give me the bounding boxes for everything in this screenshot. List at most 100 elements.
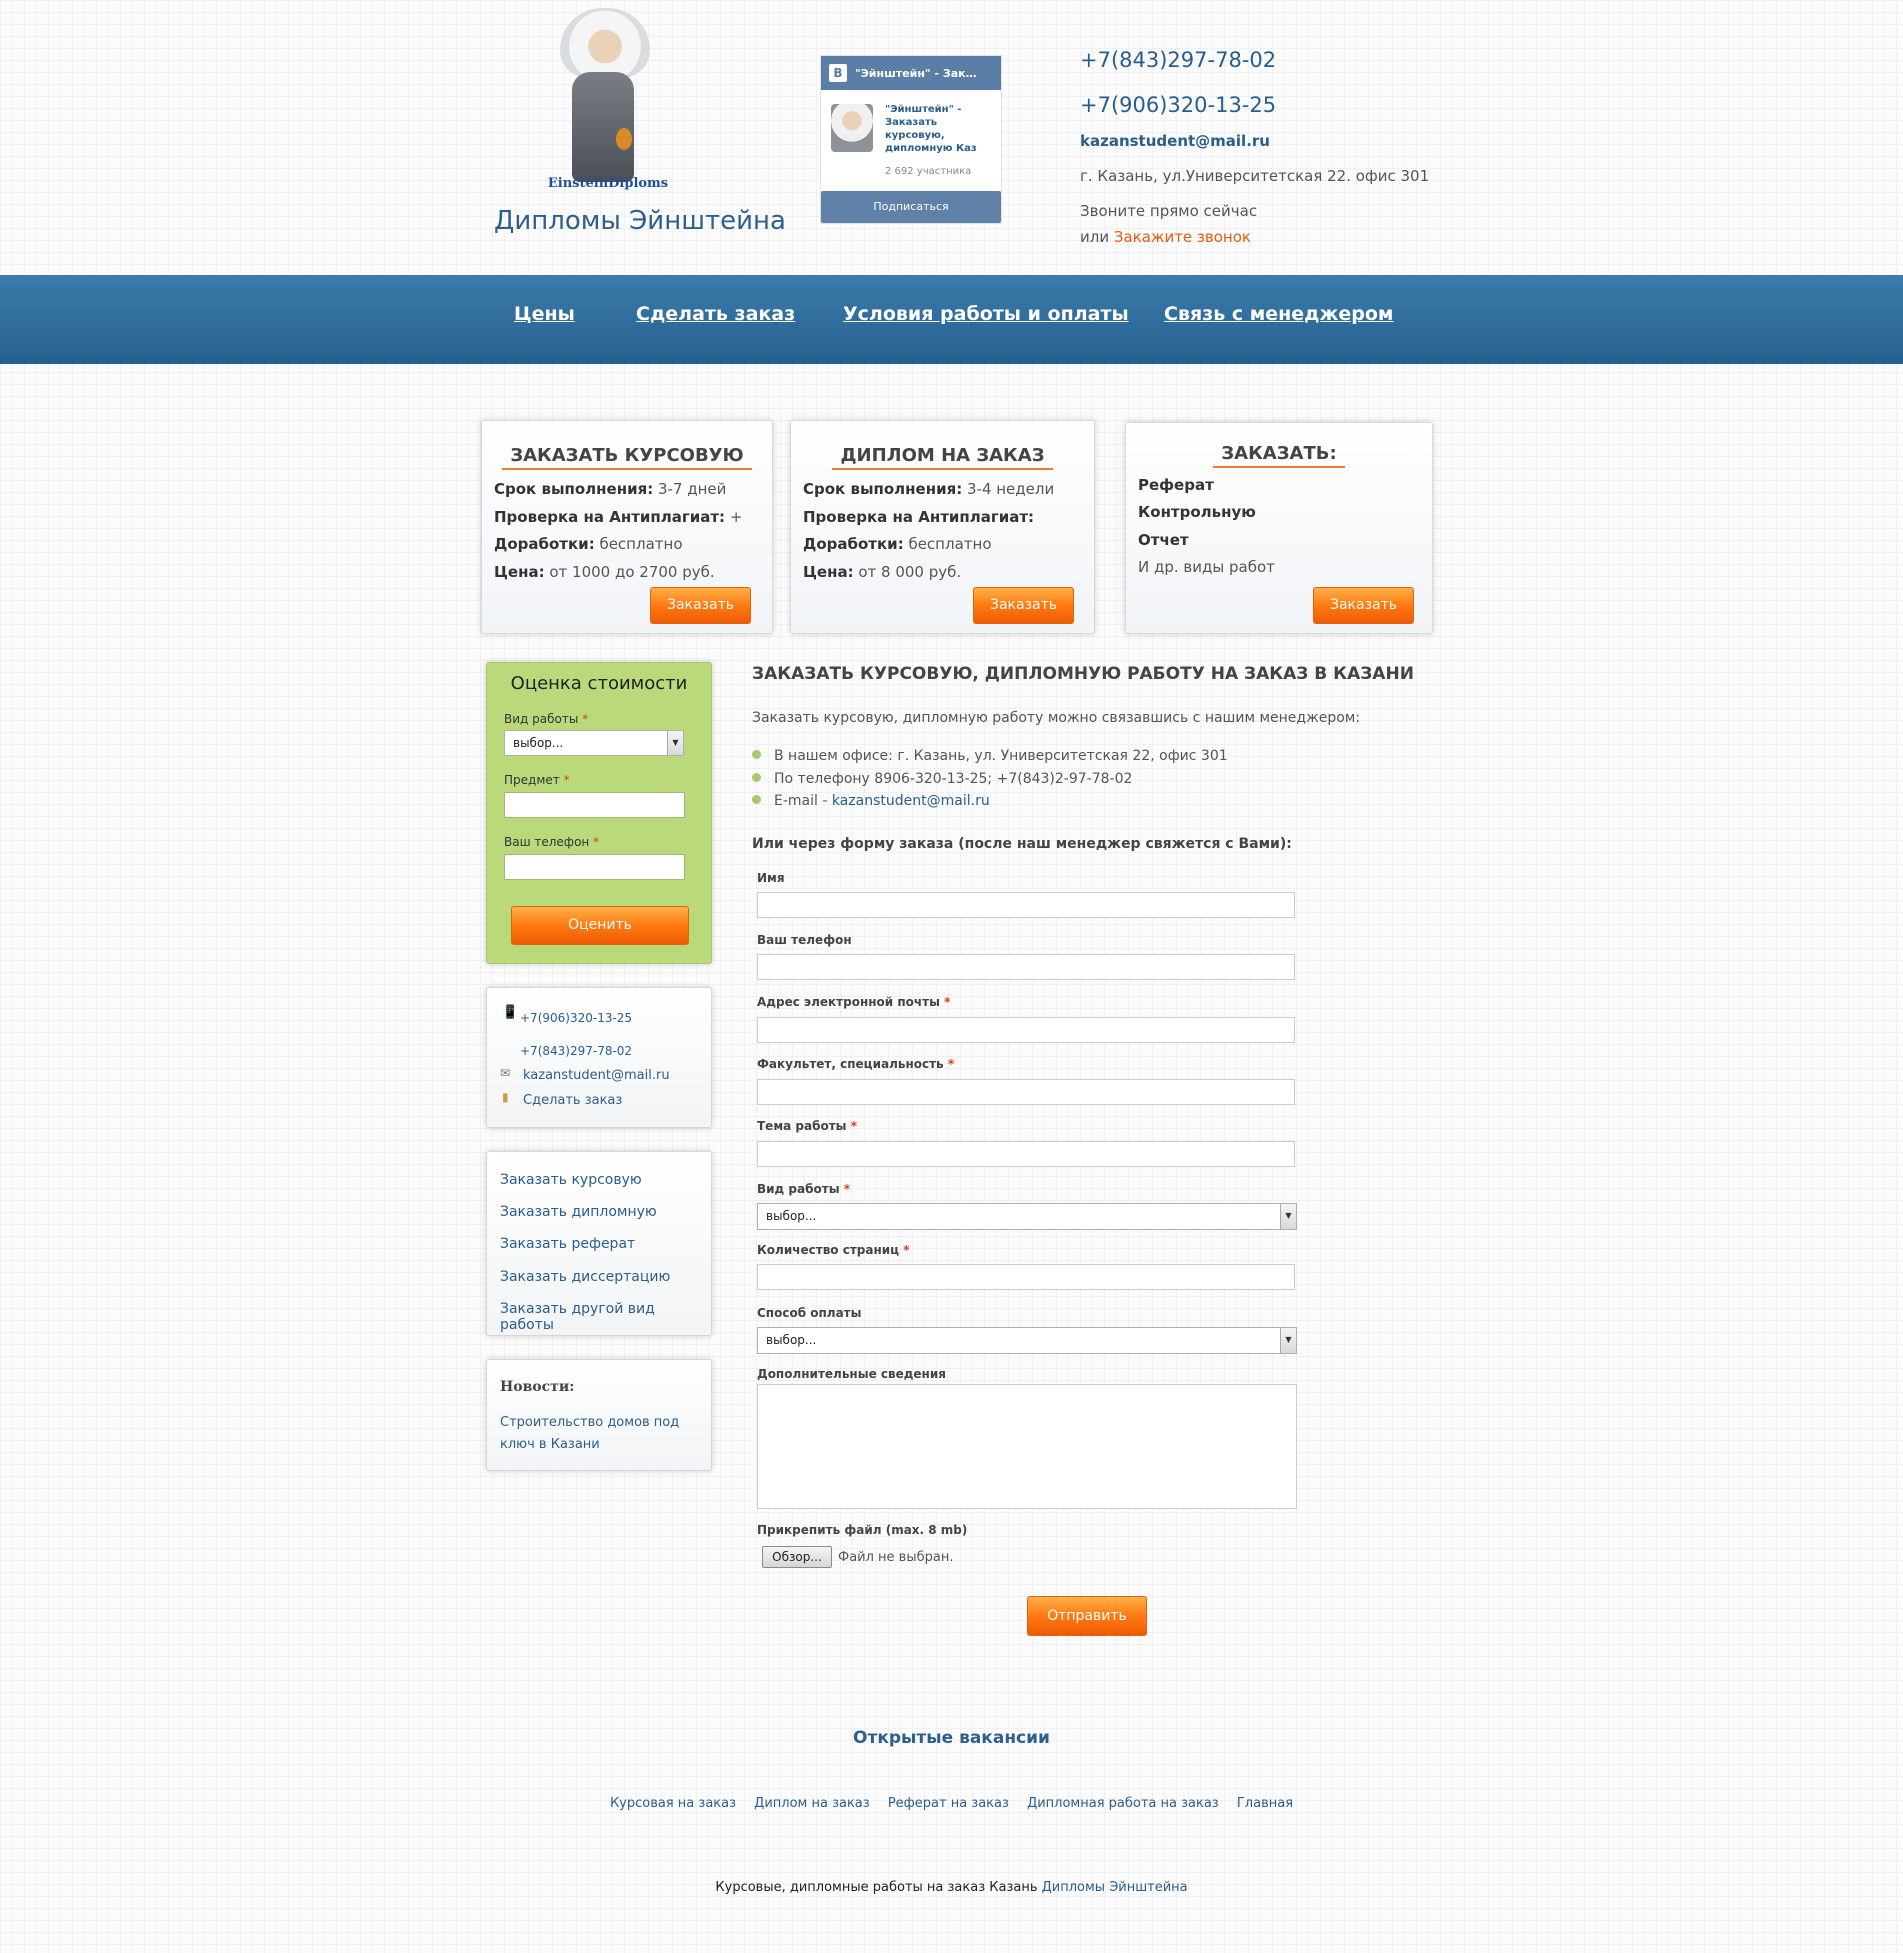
form-extra-textarea[interactable] (757, 1384, 1297, 1509)
nav-contact-manager[interactable]: Связь с менеджером (1164, 303, 1393, 325)
sidebar-make-order[interactable]: Сделать заказ (523, 1093, 622, 1108)
main-email-link[interactable]: kazanstudent@mail.ru (832, 793, 990, 809)
form-phone-label: Ваш телефон (757, 933, 852, 947)
sidebar-phone-1[interactable]: +7(906)320-13-25 (520, 1011, 632, 1025)
page-title: ЗАКАЗАТЬ КУРСОВУЮ, ДИПЛОМНУЮ РАБОТУ НА З… (752, 664, 1414, 684)
calc-work-type-select[interactable]: выбор... ▼ (504, 730, 684, 756)
footer-links: Курсовая на заказ Диплом на заказ Рефера… (0, 1796, 1903, 1811)
sidebar-order-essay[interactable]: Заказать реферат (500, 1236, 635, 1252)
contact-bullet-office: В нашем офисе: г. Казань, ул. Университе… (752, 748, 1228, 764)
news-item-link[interactable]: Строительство домов под ключ в Казани (500, 1412, 680, 1456)
form-phone-input[interactable] (757, 954, 1295, 980)
form-intro: Или через форму заказа (после наш менедж… (752, 836, 1292, 852)
logo-einstein-image (560, 8, 650, 78)
calc-subject-input[interactable] (504, 792, 685, 818)
order-coursework-button[interactable]: Заказать (650, 587, 751, 624)
vk-logo-icon: B (829, 64, 847, 82)
main-intro: Заказать курсовую, дипломную работу можн… (752, 710, 1361, 726)
site-title[interactable]: Дипломы Эйнштейна (494, 206, 786, 236)
nav-terms[interactable]: Условия работы и оплаты (843, 303, 1129, 325)
card-diploma: ДИПЛОМ НА ЗАКАЗ Срок выполнения: 3-4 нед… (790, 420, 1095, 634)
file-browse-button[interactable]: Обзор... (762, 1546, 832, 1568)
vk-member-count: 2 692 участника (885, 166, 972, 177)
calc-phone-label: Ваш телефон * (504, 835, 600, 849)
header-call-line: или Закажите звонок (1080, 228, 1251, 246)
logo-einstein-body (572, 72, 634, 182)
news-title: Новости: (500, 1379, 575, 1395)
header-phone-2[interactable]: +7(906)320-13-25 (1080, 93, 1276, 117)
card-other-extra: И др. виды работ (1138, 558, 1275, 576)
card-coursework-line: Доработки: бесплатно (494, 535, 683, 553)
vk-group-avatar[interactable] (831, 104, 873, 152)
form-payment-label: Способ оплаты (757, 1306, 862, 1320)
vk-subscribe-button[interactable]: Подписаться (821, 191, 1001, 223)
form-work-type-label: Вид работы * (757, 1182, 851, 1196)
form-topic-input[interactable] (757, 1141, 1295, 1167)
logo-coin (616, 128, 632, 150)
form-payment-select[interactable]: выбор... ▼ (757, 1327, 1297, 1354)
calc-work-type-label: Вид работы * (504, 712, 589, 726)
card-diploma-line: Цена: от 8 000 руб. (803, 563, 962, 581)
card-other-item: Реферат (1138, 476, 1214, 494)
sidebar-news: Новости: Строительство домов под ключ в … (486, 1359, 712, 1471)
sidebar-order-dissertation[interactable]: Заказать диссертацию (500, 1269, 670, 1285)
chevron-down-icon: ▼ (1280, 1328, 1296, 1353)
card-coursework-line: Цена: от 1000 до 2700 руб. (494, 563, 715, 581)
document-icon: ▮ (502, 1090, 509, 1104)
sidebar-email[interactable]: kazanstudent@mail.ru (523, 1068, 670, 1083)
sidebar-contacts: 📱 +7(906)320-13-25 +7(843)297-78-02 ✉ ka… (486, 987, 712, 1128)
card-other-works: ЗАКАЗАТЬ: Реферат Контрольную Отчет И др… (1125, 422, 1433, 634)
footer-link-coursework[interactable]: Курсовая на заказ (610, 1796, 736, 1811)
footer-link-diploma[interactable]: Диплом на заказ (754, 1796, 870, 1811)
vk-widget: B "Эйнштейн" - Зак… "Эйнштейн" - Заказат… (820, 55, 1002, 224)
order-diploma-button[interactable]: Заказать (973, 587, 1074, 624)
header-email[interactable]: kazanstudent@mail.ru (1080, 132, 1270, 150)
submit-button[interactable]: Отправить (1027, 1596, 1147, 1636)
card-other-item: Контрольную (1138, 503, 1256, 521)
sidebar-order-diploma[interactable]: Заказать дипломную (500, 1204, 657, 1220)
nav-make-order[interactable]: Сделать заказ (636, 303, 795, 325)
footer-site-link[interactable]: Дипломы Эйнштейна (1042, 1880, 1188, 1895)
sidebar-order-coursework[interactable]: Заказать курсовую (500, 1172, 642, 1188)
form-faculty-label: Факультет, специальность * (757, 1057, 955, 1071)
header-address: г. Казань, ул.Университетская 22. офис 3… (1080, 167, 1430, 185)
form-faculty-input[interactable] (757, 1079, 1295, 1105)
nav-prices[interactable]: Цены (514, 303, 575, 325)
card-other-item: Отчет (1138, 531, 1189, 549)
main-nav: Цены Сделать заказ Условия работы и опла… (0, 275, 1903, 364)
contact-bullet-email: E-mail - kazanstudent@mail.ru (752, 793, 990, 809)
card-diploma-line: Доработки: бесплатно (803, 535, 992, 553)
form-pages-label: Количество страниц * (757, 1243, 910, 1257)
card-coursework-line: Проверка на Антиплагиат: + (494, 508, 743, 526)
form-work-type-select[interactable]: выбор... ▼ (757, 1203, 1297, 1230)
form-email-label: Адрес электронной почты * (757, 995, 951, 1009)
file-status: Файл не выбран. (838, 1550, 954, 1565)
sidebar-phone-2[interactable]: +7(843)297-78-02 (520, 1044, 632, 1058)
header-phone-1[interactable]: +7(843)297-78-02 (1080, 48, 1276, 72)
vk-group-name[interactable]: "Эйнштейн" - Заказать курсовую, дипломну… (885, 103, 995, 155)
card-other-title: ЗАКАЗАТЬ: (1126, 443, 1432, 468)
sidebar-order-other[interactable]: Заказать другой вид работы (500, 1301, 711, 1333)
order-other-button[interactable]: Заказать (1313, 587, 1414, 624)
vacancies-link[interactable]: Открытые вакансии (0, 1728, 1903, 1748)
header-call-or: или (1080, 228, 1110, 246)
calc-phone-input[interactable] (504, 854, 685, 880)
card-diploma-line: Срок выполнения: 3-4 недели (803, 480, 1055, 498)
form-pages-input[interactable] (757, 1264, 1295, 1290)
footer-link-essay[interactable]: Реферат на заказ (888, 1796, 1009, 1811)
vk-widget-header[interactable]: B "Эйнштейн" - Зак… (821, 56, 1001, 90)
card-coursework: ЗАКАЗАТЬ КУРСОВУЮ Срок выполнения: 3-7 д… (481, 420, 773, 634)
form-topic-label: Тема работы * (757, 1119, 857, 1133)
footer-link-home[interactable]: Главная (1237, 1796, 1293, 1811)
form-attach-label: Прикрепить файл (max. 8 mb) (757, 1523, 968, 1537)
form-name-label: Имя (757, 871, 785, 885)
form-name-input[interactable] (757, 892, 1295, 918)
card-diploma-line: Проверка на Антиплагиат: (803, 508, 1035, 526)
request-callback-link[interactable]: Закажите звонок (1114, 228, 1251, 246)
estimate-button[interactable]: Оценить (511, 906, 689, 945)
contact-bullet-phone: По телефону 8906-320-13-25; +7(843)2-97-… (752, 771, 1132, 787)
footer-link-diploma-work[interactable]: Дипломная работа на заказ (1027, 1796, 1219, 1811)
price-estimate-title: Оценка стоимости (510, 673, 688, 694)
sidebar-order-links: Заказать курсовую Заказать дипломную Зак… (486, 1151, 712, 1336)
form-email-input[interactable] (757, 1017, 1295, 1043)
